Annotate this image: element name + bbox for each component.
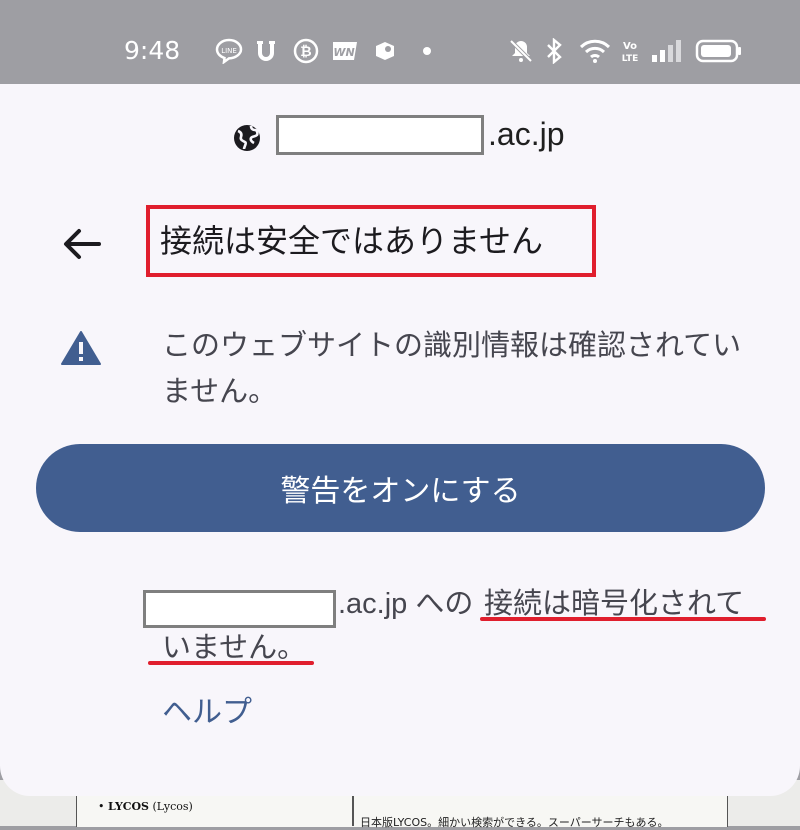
mute-icon	[506, 36, 536, 66]
status-time: 9:48	[124, 36, 181, 65]
battery-icon	[694, 36, 744, 66]
redacted-domain-inline	[143, 590, 336, 628]
back-button[interactable]	[56, 222, 106, 266]
status-bar: 9:48 LINE ₿ WN Vo LTE	[0, 0, 800, 84]
svg-text:LINE: LINE	[221, 47, 237, 55]
wn-icon: WN	[330, 36, 360, 66]
app-icon	[372, 36, 398, 66]
arrow-back-icon	[64, 229, 101, 259]
red-underline	[480, 617, 766, 621]
signal-icon	[648, 36, 684, 66]
line-icon: LINE	[214, 36, 244, 66]
globe-icon	[234, 125, 260, 151]
redacted-domain	[276, 115, 484, 155]
background-right-cell: 日本版LYCOS。細かい検索ができる。スーパーサーチもある。	[360, 816, 669, 829]
background-left-text: (Lycos)	[152, 800, 193, 813]
svg-text:LTE: LTE	[622, 54, 639, 64]
body-domain-text: .ac.jp への	[338, 588, 474, 620]
site-info-sheet	[0, 84, 800, 796]
bluetooth-icon	[544, 36, 564, 66]
background-left-bold: LYCOS	[108, 800, 149, 813]
u-app-icon	[254, 36, 278, 66]
wifi-icon	[578, 36, 612, 66]
help-link[interactable]: ヘルプ	[162, 692, 252, 734]
warning-icon	[61, 331, 101, 365]
turn-on-warnings-button[interactable]: 警告をオンにする	[36, 444, 765, 532]
svg-text:Vo: Vo	[623, 41, 637, 52]
dot-icon	[420, 36, 434, 66]
page-title: 接続は安全ではありません	[160, 222, 544, 260]
bitcoin-icon: ₿	[292, 36, 320, 66]
svg-text:WN: WN	[333, 46, 354, 59]
svg-text:₿: ₿	[300, 44, 311, 60]
volte-icon: Vo LTE	[618, 36, 642, 66]
red-underline	[148, 661, 314, 665]
background-left-cell: • LYCOS (Lycos)	[98, 800, 193, 813]
site-domain-suffix: .ac.jp	[488, 116, 565, 152]
identity-warning-text: このウェブサイトの識別情報は確認されていません。	[162, 328, 742, 408]
